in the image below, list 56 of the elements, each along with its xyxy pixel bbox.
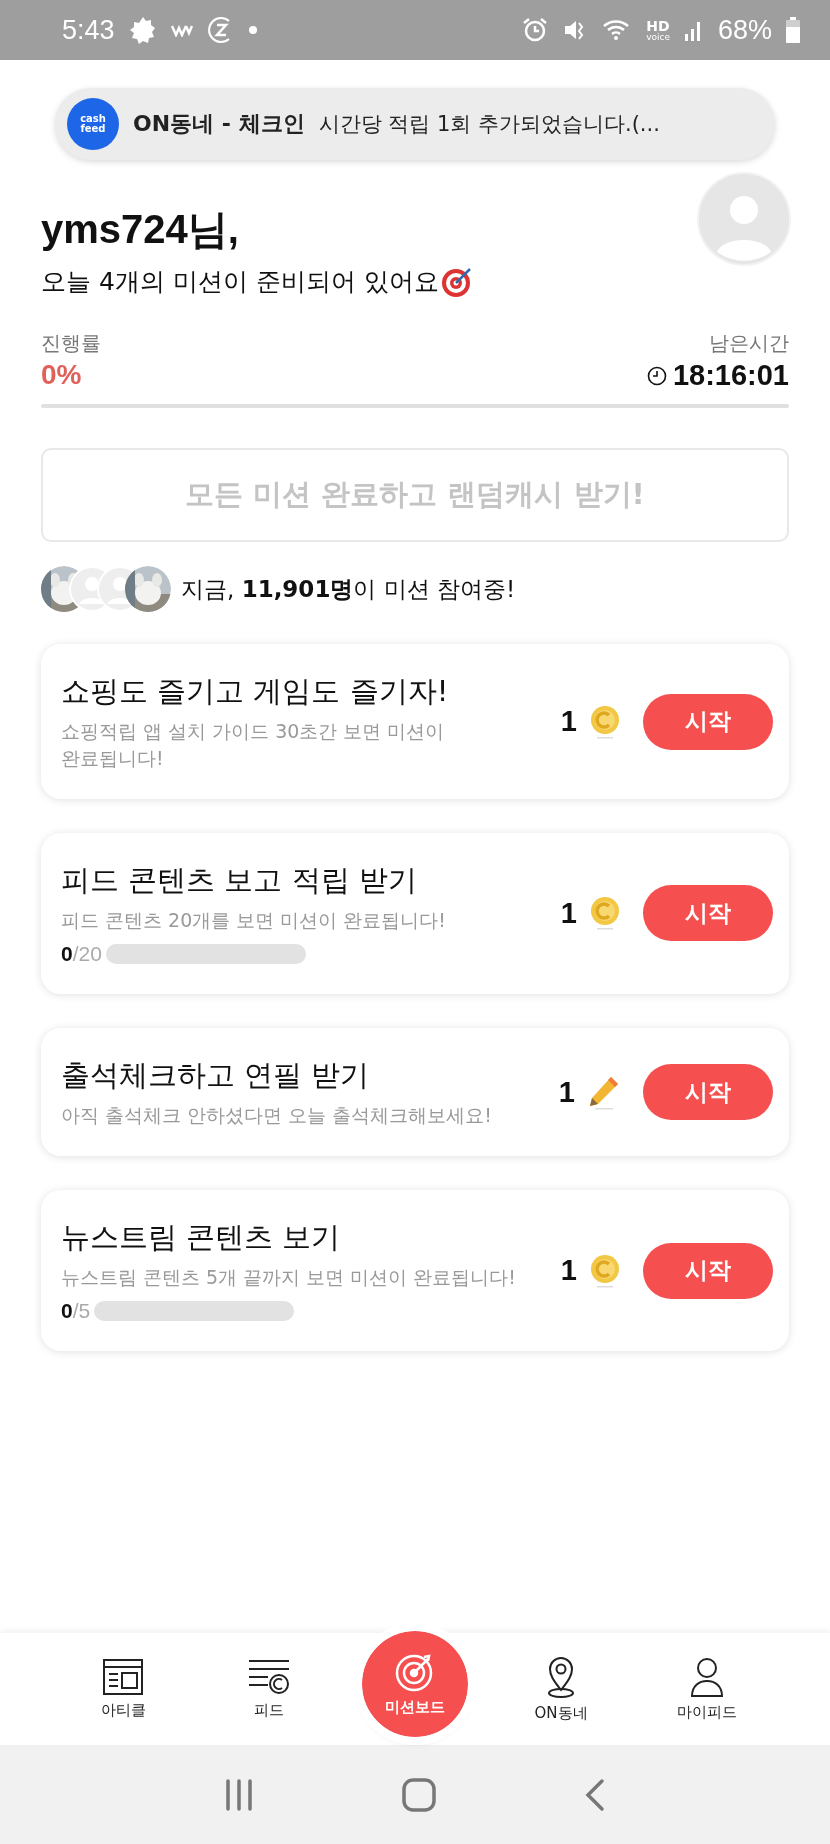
mission-description: 뉴스트림 콘텐츠 5개 끝까지 보면 미션이 완료됩니다! (61, 1265, 517, 1291)
mission-description: 피드 콘텐츠 20개를 보면 미션이 완료됩니다! (61, 908, 447, 934)
dot-icon (248, 26, 257, 34)
mission-title: 뉴스트림 콘텐츠 보기 (61, 1219, 342, 1257)
nav-tab[interactable]: 마이피드 (634, 1633, 780, 1745)
back-icon[interactable] (584, 1777, 606, 1812)
mission-description: 아직 출석체크 안하셨다면 오늘 출석체크해보세요! (61, 1102, 493, 1128)
coin-icon (589, 895, 621, 932)
feed-coin-icon (248, 1658, 290, 1695)
nav-tab[interactable]: ON동네 (488, 1633, 634, 1745)
home-icon[interactable] (402, 1777, 436, 1812)
nav-tab[interactable]: 피드 (196, 1633, 342, 1745)
battery-percent: 68% (717, 14, 772, 46)
alarm-icon (522, 17, 549, 43)
app-logo: cash feed (67, 98, 119, 150)
progress-label: 진행률 (41, 330, 101, 357)
progress-value: 0% (41, 359, 82, 391)
mission-title: 쇼핑도 즐기고 게임도 즐기자! (61, 673, 450, 710)
mission-progress-count: 0/5 (61, 1298, 91, 1323)
user-greeting: yms724님, (41, 206, 240, 253)
reward-amount: 1 (558, 1075, 575, 1109)
voice-label: voice (646, 32, 670, 42)
newspaper-icon (103, 1658, 143, 1695)
coin-icon (589, 703, 621, 740)
clock-icon (646, 365, 667, 386)
start-button[interactable]: 시작 (643, 693, 773, 750)
mission-title: 피드 콘텐츠 보고 적립 받기 (61, 862, 418, 900)
reward-amount: 1 (560, 705, 577, 739)
w-icon (170, 23, 193, 37)
mission-summary: 오늘 4개의 미션이 준비되어 있어요 (41, 266, 439, 298)
mission-title: 출석체크하고 연필 받기 (61, 1056, 371, 1094)
remaining-label: 남은시간 (709, 330, 789, 357)
coin-icon (589, 1252, 621, 1289)
start-button[interactable]: 시작 (643, 1242, 773, 1299)
pencil-icon (587, 1074, 621, 1111)
clock-time: 5:43 (62, 14, 115, 46)
mission-description: 쇼핑적립 앱 설치 가이드 30초간 보면 미션이 완료됩니다! (61, 719, 446, 771)
start-button[interactable]: 시작 (643, 885, 773, 942)
hd-label: HD (646, 18, 670, 33)
reward-amount: 1 (560, 1254, 577, 1288)
remaining-time: 18:16:01 (672, 359, 789, 392)
notification-title: ON동네 - 체크인 (133, 110, 305, 138)
map-pin-icon (545, 1655, 577, 1698)
target-icon (395, 1651, 435, 1692)
participants-text: 지금, 11,901명이 미션 참여중! (181, 574, 516, 604)
notification-message: 시간당 적립 1회 추가되었습니다.(... (318, 111, 660, 138)
notification-toast[interactable]: cash feed ON동네 - 체크인 시간당 적립 1회 추가되었습니다.(... (55, 88, 775, 160)
reward-amount: 1 (560, 897, 577, 930)
person-icon (690, 1656, 724, 1697)
battery-icon (786, 17, 800, 43)
dartboard-icon (440, 265, 473, 298)
recent-apps-icon[interactable] (224, 1778, 254, 1811)
sun-icon (128, 16, 157, 44)
start-button[interactable]: 시작 (643, 1064, 773, 1121)
nav-tab[interactable]: 아티클 (50, 1633, 196, 1745)
mission-progress-count: 0/20 (61, 941, 102, 966)
